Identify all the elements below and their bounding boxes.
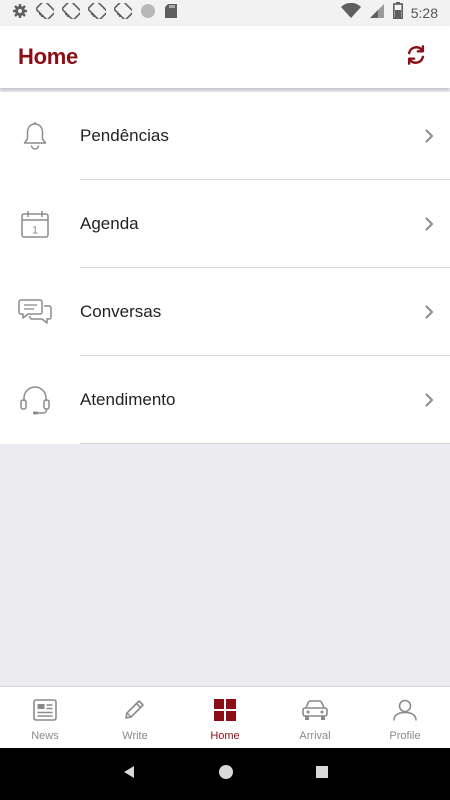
nav-label: Home [210,730,240,742]
signal-icon [369,3,385,24]
headset-icon [0,385,80,415]
gear-icon [12,3,28,24]
menu-item-label: Conversas [80,302,162,321]
system-nav-bar [0,748,450,800]
divider [80,443,450,444]
page-title: Home [18,44,78,69]
menu-item-atendimento[interactable]: Atendimento [0,356,450,444]
refresh-button[interactable] [398,39,434,75]
cast-icon [113,0,134,24]
chevron-right-icon [424,304,434,320]
nav-item-news[interactable]: News [0,687,90,748]
calendar-day-text: 1 [32,225,38,237]
battery-icon [392,2,403,24]
chevron-right-icon [424,128,434,144]
grid-icon [213,699,237,726]
circle-icon [140,3,156,24]
car-icon [301,699,329,726]
menu-item-label: Agenda [80,214,139,233]
home-circle-icon[interactable] [218,764,234,785]
menu-item-label: Atendimento [80,390,176,409]
bell-icon [0,121,80,151]
person-icon [392,699,418,726]
cast-icon [35,0,56,24]
status-time: 5:28 [410,5,438,21]
calendar-icon: 1 [0,209,80,239]
nav-label: Profile [389,730,421,742]
back-icon[interactable] [121,764,137,785]
nav-item-arrival[interactable]: Arrival [270,687,360,748]
newspaper-icon [33,699,57,726]
app-bar: Home [0,26,450,88]
menu-item-pendencias[interactable]: Pendências [0,92,450,180]
refresh-icon [405,44,427,71]
pencil-icon [123,699,147,726]
sd-card-icon [164,3,178,24]
status-bar: 5:28 [0,0,450,26]
status-notifications [12,0,178,24]
chevron-right-icon [424,392,434,408]
wifi-icon [340,2,361,24]
nav-label: Arrival [299,730,331,742]
nav-label: Write [122,730,148,742]
recents-square-icon[interactable] [315,765,329,784]
menu-item-conversas[interactable]: Conversas [0,268,450,356]
nav-label: News [31,730,59,742]
menu-item-label: Pendências [80,126,169,145]
menu-item-agenda[interactable]: 1 Agenda [0,180,450,268]
bottom-nav: News Write Home Arrival Profile [0,686,450,748]
nav-item-home[interactable]: Home [180,687,270,748]
nav-item-write[interactable]: Write [90,687,180,748]
menu-list: Pendências 1 Agenda Conversas Atendiment… [0,92,450,444]
cast-icon [61,0,82,24]
nav-item-profile[interactable]: Profile [360,687,450,748]
chevron-right-icon [424,216,434,232]
status-system: 5:28 [340,2,438,24]
cast-icon [87,0,108,24]
chat-bubbles-icon [0,297,80,327]
